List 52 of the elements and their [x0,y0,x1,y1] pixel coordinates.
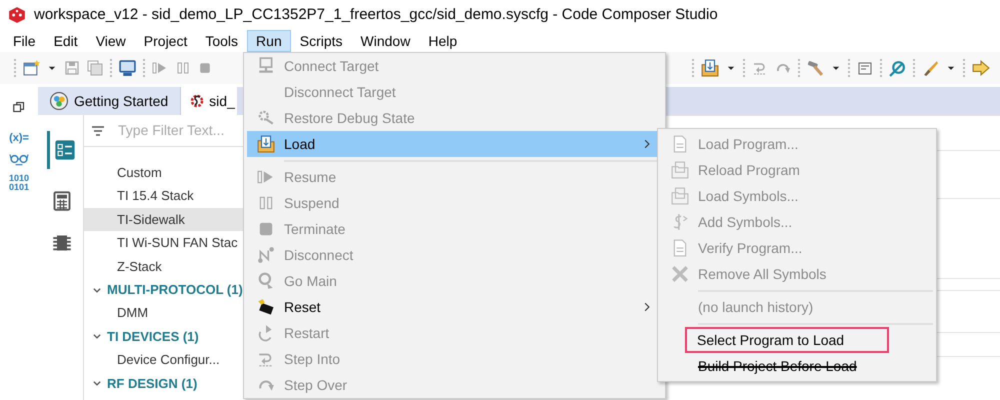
tree-item[interactable]: Custom [84,161,243,184]
menu-item[interactable]: Scripts [290,30,352,52]
hammer-icon[interactable] [807,60,824,76]
tree-item[interactable]: Z-Stack [84,254,243,278]
symbols-icon [670,213,688,231]
arrow-icon[interactable] [972,59,990,77]
gear-icon [256,109,274,127]
cross-icon [670,265,688,283]
circles-icon [50,92,68,110]
menu-item[interactable]: Project [134,30,196,52]
folder-icon [670,187,688,205]
checklist-icon[interactable] [54,139,76,161]
new-file-icon[interactable] [23,60,40,76]
folder-icon [256,135,274,153]
group-heading[interactable]: TI DEVICES (1) [107,324,199,348]
monitor-icon[interactable] [119,60,136,76]
magnifier-icon [256,272,274,290]
menu-item[interactable]: Select Program to Load [685,327,889,353]
tree-item[interactable]: Device Configur... [84,348,243,372]
folder-icon[interactable] [701,59,719,77]
variables-icon[interactable]: (x)= [9,133,29,144]
menu-item[interactable]: Help [419,30,466,52]
filter-field[interactable]: Type Filter Text... [116,119,236,142]
menu-item[interactable]: Window [352,30,420,52]
brush-icon[interactable] [922,60,939,76]
menu-item[interactable]: View [86,30,135,52]
menu-item[interactable]: Edit [44,30,87,52]
monitor-icon [256,57,274,75]
binary-icon[interactable]: 1010 0101 [8,174,30,192]
search-icon[interactable] [889,60,906,76]
restart-icon [256,324,274,342]
menu-item[interactable]: Build Project Before Load [661,353,933,379]
menu-item[interactable]: File [4,30,45,52]
calculator-icon[interactable] [52,191,72,211]
tree-item[interactable]: TI-Sidewalk [84,208,243,232]
tree-item[interactable]: DMM [84,301,243,325]
menu-item[interactable]: Tools [196,30,248,52]
tree-item[interactable]: TI 15.4 Stack [84,184,243,208]
gear-icon [189,92,206,110]
editor-tab[interactable]: Getting Started [38,87,182,115]
group-heading[interactable]: MULTI-PROTOCOL (1) [107,278,243,302]
window-title: workspace_v12 - sid_demo_LP_CC1352P7_1_freertos_gcc/sid_demo.syscfg - Code Composer Studio [34,4,718,25]
folder-icon [670,161,688,179]
tree-item[interactable]: TI Wi-SUN FAN Stac [84,231,243,255]
group-heading[interactable]: RF DESIGN (1) [107,372,198,395]
menu-item[interactable]: Run [247,30,291,52]
editor-tab[interactable]: sid_ [181,87,237,115]
frame-icon[interactable] [857,60,873,76]
cube-icon [8,6,26,24]
menu-item[interactable]: Reset [247,294,662,320]
restore-icon[interactable] [13,101,25,113]
play-icon [256,168,274,186]
